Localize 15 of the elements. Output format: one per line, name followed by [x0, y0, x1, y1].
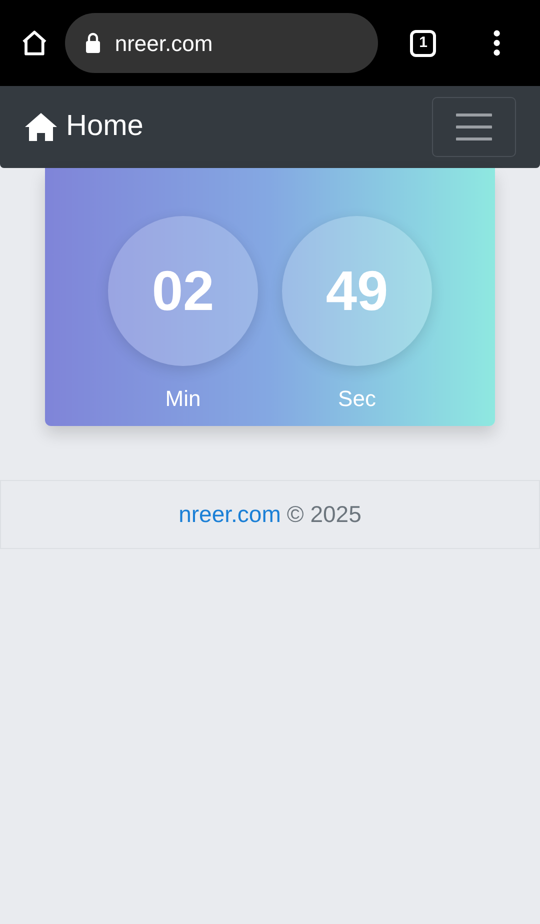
timer-value: 49 [326, 258, 388, 324]
tab-count-button[interactable]: 1 [410, 30, 436, 56]
menu-button[interactable] [432, 97, 516, 157]
more-icon[interactable] [492, 29, 502, 57]
brand-link[interactable]: Home [66, 105, 144, 149]
copyright-text: © 2025 [286, 500, 362, 530]
url-text: nreer.com [114, 30, 213, 58]
address-bar[interactable]: nreer.com [64, 13, 378, 73]
timer-label: Min [165, 385, 201, 413]
timer-value: 02 [152, 258, 214, 324]
home-icon[interactable] [20, 28, 49, 58]
menu-icon [456, 113, 492, 141]
lock-icon [84, 32, 101, 54]
timer-label: Sec [338, 385, 376, 413]
home-icon [24, 112, 58, 142]
